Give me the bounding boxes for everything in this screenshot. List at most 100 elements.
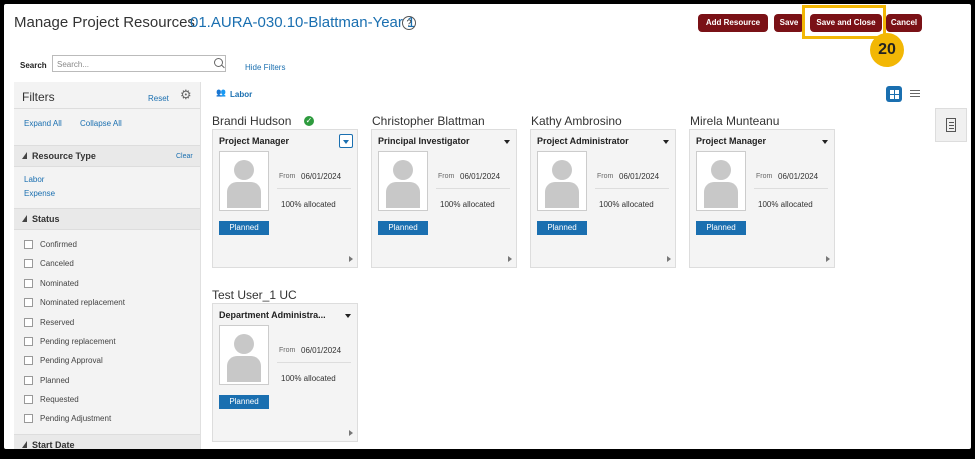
resource-type-labor[interactable]: Labor <box>24 175 44 184</box>
person-placeholder-icon <box>537 151 587 211</box>
next-arrow-icon[interactable] <box>826 256 830 262</box>
person-placeholder-icon <box>378 151 428 211</box>
checkbox[interactable] <box>24 279 33 288</box>
allocation-text: 100% allocated <box>281 374 336 383</box>
from-date: 06/01/2024 <box>301 172 342 181</box>
status-section[interactable]: Status <box>14 208 200 230</box>
dropdown-caret-icon[interactable] <box>345 314 351 318</box>
resource-role: Project Manager <box>696 136 767 146</box>
add-resource-button[interactable]: Add Resource <box>698 14 768 32</box>
labor-section-label: Labor <box>230 90 253 99</box>
person-placeholder-icon <box>219 151 269 211</box>
next-arrow-icon[interactable] <box>349 256 353 262</box>
resource-card: Project Manager Planned From 06/01/2024 … <box>212 129 358 268</box>
checkbox[interactable] <box>24 356 33 365</box>
resource-type-expense[interactable]: Expense <box>24 189 55 198</box>
grid-view-icon[interactable] <box>886 86 902 102</box>
checkbox[interactable] <box>24 376 33 385</box>
checkbox[interactable] <box>24 240 33 249</box>
status-badge[interactable]: Planned <box>378 221 428 235</box>
checkbox[interactable] <box>24 337 33 346</box>
callout-highlight-box <box>802 5 886 39</box>
start-date-title: Start Date <box>32 440 75 449</box>
start-date-section[interactable]: Start Date <box>14 434 200 449</box>
hide-filters-link[interactable]: Hide Filters <box>245 63 285 72</box>
resource-type-title: Resource Type <box>32 151 96 161</box>
divider <box>277 362 351 363</box>
from-label: From <box>279 347 296 354</box>
from-date: 06/01/2024 <box>301 346 342 355</box>
status-title: Status <box>32 214 60 224</box>
help-icon[interactable]: ? <box>402 16 416 30</box>
reset-link[interactable]: Reset <box>148 94 169 103</box>
allocation-text: 100% allocated <box>281 200 336 209</box>
allocation-text: 100% allocated <box>440 200 495 209</box>
labor-icon: 👥 <box>216 88 226 97</box>
from-date: 06/01/2024 <box>778 172 819 181</box>
search-icon[interactable] <box>214 58 223 67</box>
expand-all-link[interactable]: Expand All <box>24 119 62 128</box>
cancel-button[interactable]: Cancel <box>886 14 922 32</box>
status-badge[interactable]: Planned <box>219 221 269 235</box>
dropdown-caret-icon[interactable] <box>822 140 828 144</box>
page-title: Manage Project Resources <box>14 14 195 31</box>
allocation-text: 100% allocated <box>758 200 813 209</box>
resource-type-section[interactable]: Resource Type Clear <box>14 145 200 167</box>
resource-role: Principal Investigator <box>378 136 470 146</box>
gear-icon[interactable]: ⚙ <box>180 88 194 102</box>
resource-name: Brandi Hudson <box>212 114 292 128</box>
search-label: Search <box>20 61 47 70</box>
save-button[interactable]: Save <box>774 14 804 32</box>
from-label: From <box>279 173 296 180</box>
callout-badge: 20 <box>870 33 904 67</box>
filters-header: Filters Reset ⚙ <box>14 82 200 109</box>
resource-card: Department Administra... Planned From 06… <box>212 303 358 442</box>
divider <box>595 188 669 189</box>
resource-card: Project Manager Planned From 06/01/2024 … <box>689 129 835 268</box>
from-label: From <box>438 173 455 180</box>
divider <box>754 188 828 189</box>
checkbox[interactable] <box>24 414 33 423</box>
resource-name: Mirela Munteanu <box>690 114 780 128</box>
collapse-all-link[interactable]: Collapse All <box>80 119 122 128</box>
checkbox[interactable] <box>24 298 33 307</box>
list-view-icon[interactable] <box>910 90 920 98</box>
resource-name: Kathy Ambrosino <box>531 114 622 128</box>
status-badge[interactable]: Planned <box>537 221 587 235</box>
next-arrow-icon[interactable] <box>508 256 512 262</box>
from-date: 06/01/2024 <box>460 172 501 181</box>
dropdown-caret-icon[interactable] <box>339 134 353 148</box>
checkbox[interactable] <box>24 259 33 268</box>
checkbox[interactable] <box>24 395 33 404</box>
next-arrow-icon[interactable] <box>667 256 671 262</box>
filters-title: Filters <box>22 90 55 104</box>
resource-role: Project Manager <box>219 136 290 146</box>
resource-role: Department Administra... <box>219 310 326 320</box>
from-date: 06/01/2024 <box>619 172 660 181</box>
resource-role: Project Administrator <box>537 136 629 146</box>
status-badge[interactable]: Planned <box>219 395 269 409</box>
clear-link[interactable]: Clear <box>176 153 193 160</box>
from-label: From <box>597 173 614 180</box>
search-input[interactable]: Search... <box>52 55 226 72</box>
checkbox[interactable] <box>24 318 33 327</box>
collapse-triangle-icon <box>22 152 27 159</box>
divider <box>277 188 351 189</box>
allocation-text: 100% allocated <box>599 200 654 209</box>
status-badge[interactable]: Planned <box>696 221 746 235</box>
resource-card: Principal Investigator Planned From 06/0… <box>371 129 517 268</box>
verified-check-icon: ✓ <box>304 116 314 126</box>
dropdown-caret-icon[interactable] <box>504 140 510 144</box>
filters-panel: Filters Reset ⚙ Expand All Collapse All … <box>14 82 201 449</box>
project-name: 01.AURA-030.10-Blattman-Year 1 <box>190 14 416 31</box>
next-arrow-icon[interactable] <box>349 430 353 436</box>
dropdown-caret-icon[interactable] <box>663 140 669 144</box>
resource-name: Christopher Blattman <box>372 114 485 128</box>
person-placeholder-icon <box>219 325 269 385</box>
resource-card: Project Administrator Planned From 06/01… <box>530 129 676 268</box>
from-label: From <box>756 173 773 180</box>
collapse-triangle-icon <box>22 441 27 448</box>
resource-name: Test User_1 UC <box>212 288 297 302</box>
side-panel-toggle[interactable] <box>935 108 967 142</box>
collapse-triangle-icon <box>22 215 27 222</box>
